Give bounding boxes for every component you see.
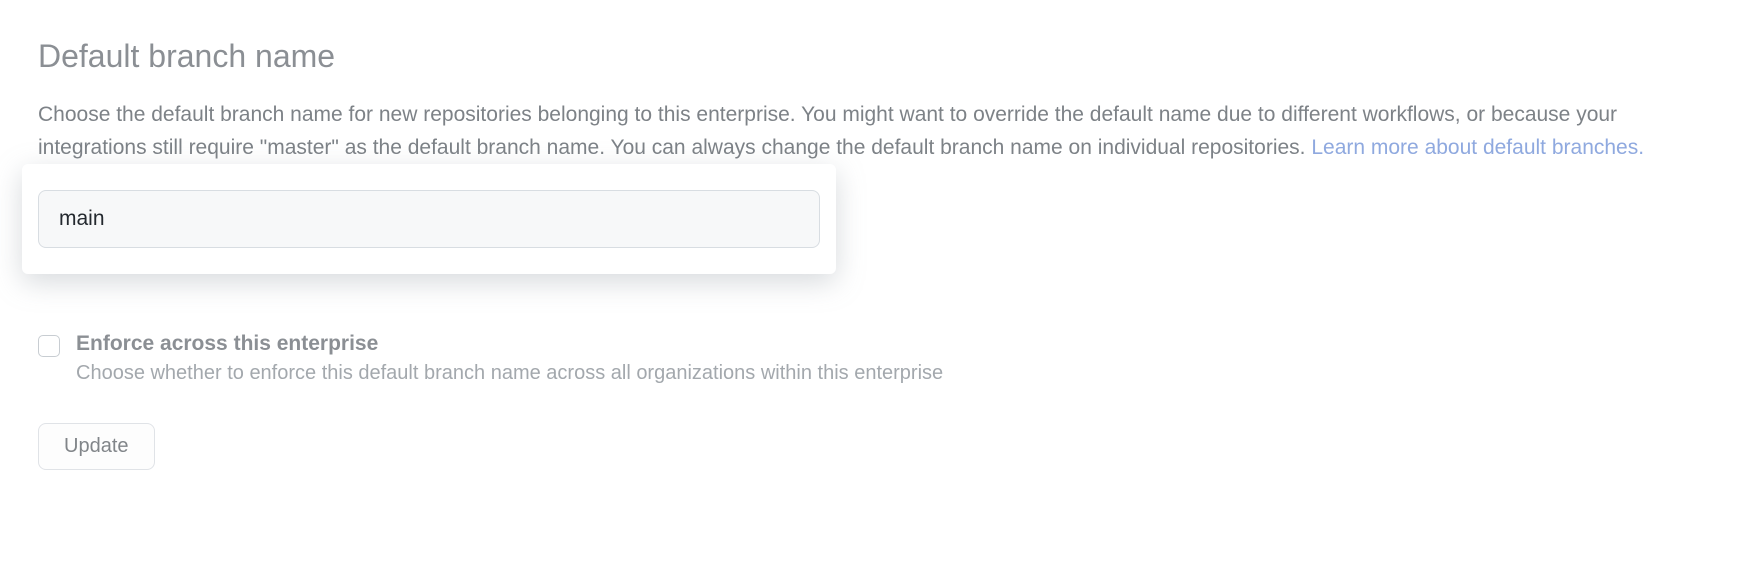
enforce-content: Enforce across this enterprise Choose wh… [76,332,943,385]
default-branch-input[interactable] [38,190,820,248]
section-description: Choose the default branch name for new r… [38,99,1714,164]
update-button[interactable]: Update [38,423,155,470]
enforce-description: Choose whether to enforce this default b… [76,362,943,385]
enforce-section: Enforce across this enterprise Choose wh… [38,332,1714,385]
learn-more-link[interactable]: Learn more about default branches. [1311,136,1644,159]
enforce-label[interactable]: Enforce across this enterprise [76,332,943,356]
section-title: Default branch name [38,38,1714,75]
enforce-checkbox[interactable] [38,335,60,357]
branch-input-wrapper [22,164,836,274]
